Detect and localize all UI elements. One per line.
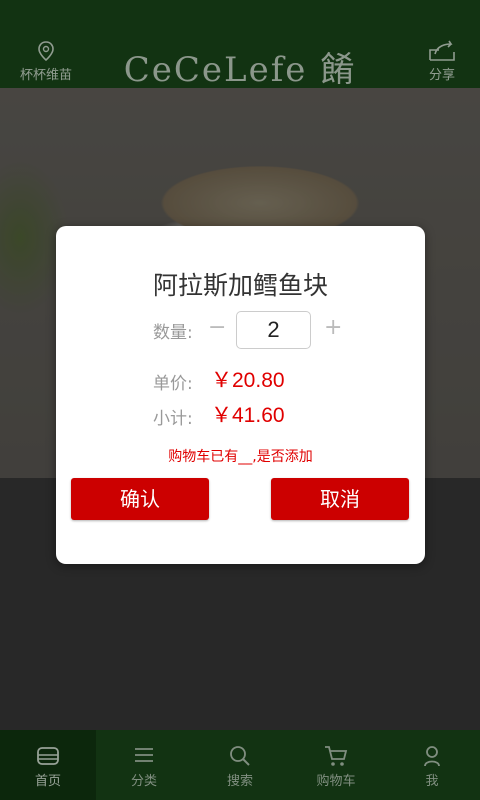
decrease-button[interactable]: − bbox=[208, 315, 226, 340]
quantity-label: 数量: bbox=[153, 323, 193, 343]
unit-price-value: ￥20.80 bbox=[211, 369, 285, 392]
add-to-cart-dialog: 阿拉斯加鳕鱼块 数量: − 2 + 单价: ￥20.80 小计: ￥41.60 … bbox=[56, 226, 425, 564]
increase-button[interactable]: + bbox=[324, 315, 342, 340]
cart-notice: 购物车已有__,是否添加 bbox=[168, 449, 313, 465]
cancel-button[interactable]: 取消 bbox=[271, 478, 409, 520]
confirm-button[interactable]: 确认 bbox=[71, 478, 209, 520]
unit-price-label: 单价: bbox=[153, 374, 193, 394]
subtotal-value: ￥41.60 bbox=[211, 404, 285, 427]
product-name: 阿拉斯加鳕鱼块 bbox=[152, 271, 328, 300]
subtotal-label: 小计: bbox=[153, 409, 193, 429]
quantity-input[interactable]: 2 bbox=[236, 311, 311, 349]
